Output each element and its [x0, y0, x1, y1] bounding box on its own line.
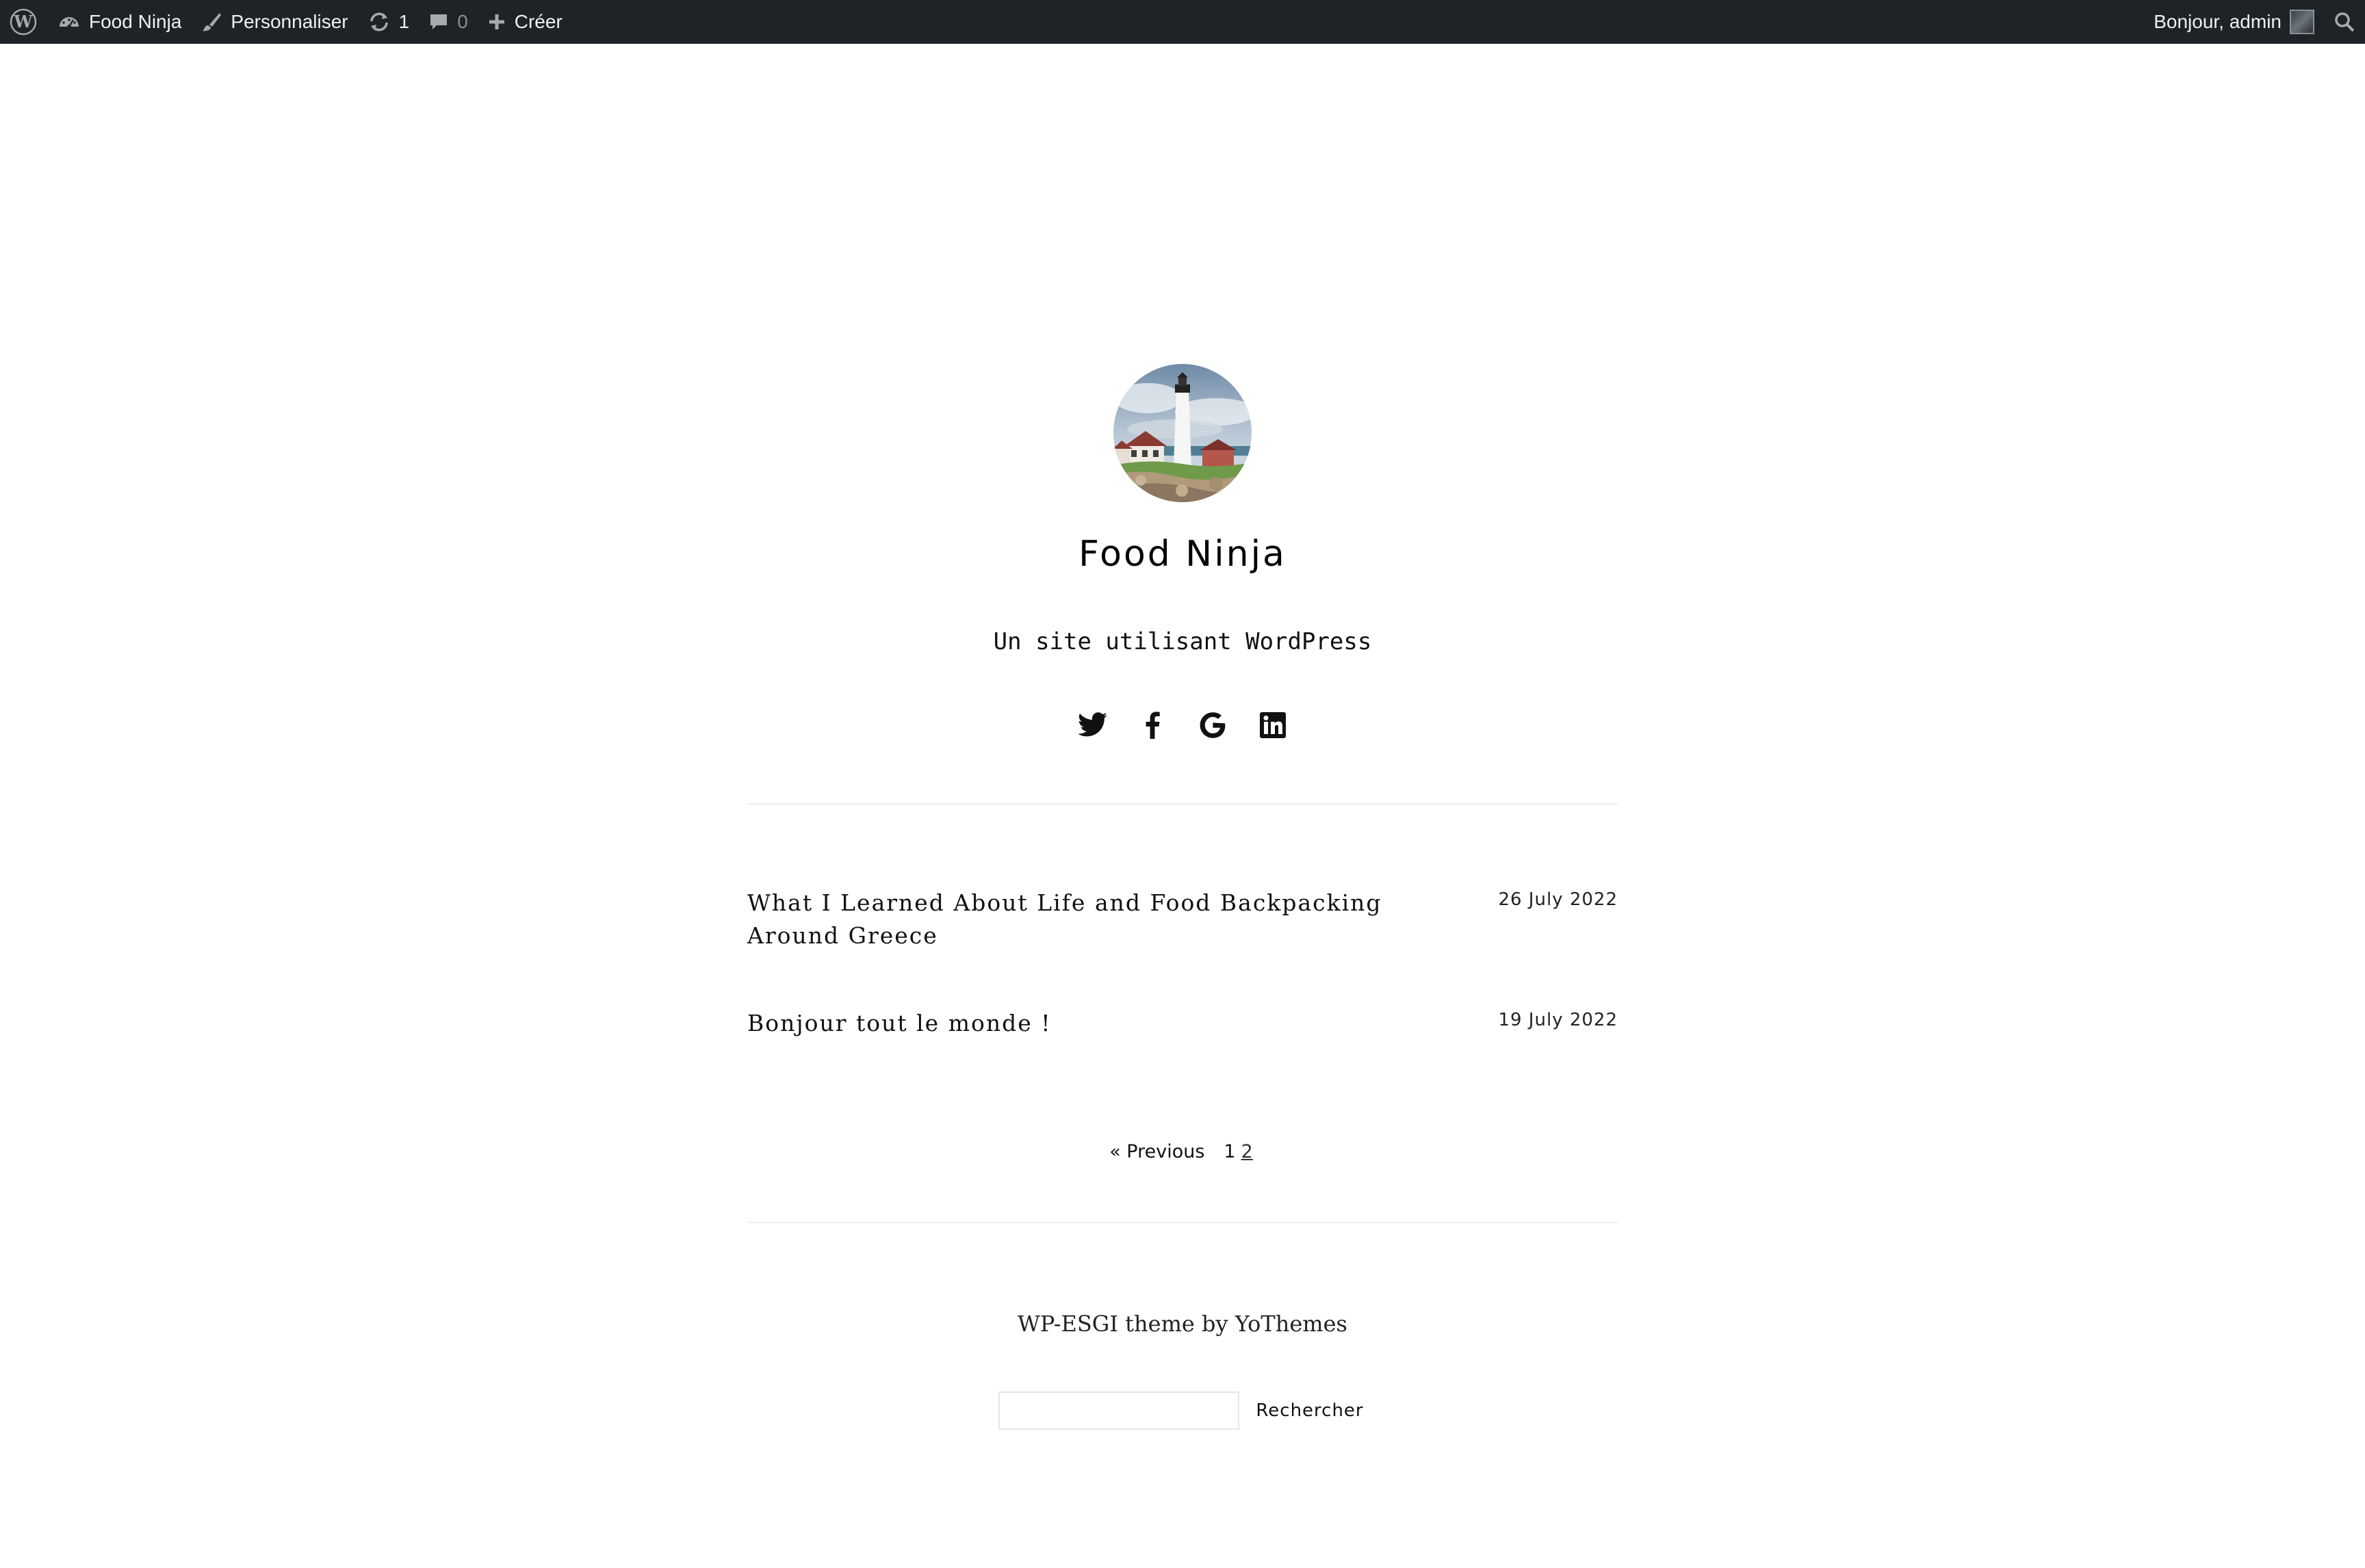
- page-number-link[interactable]: 2: [1241, 1141, 1253, 1162]
- site-page: Food Ninja Un site utilisant WordPress W…: [0, 44, 2365, 1568]
- search-input[interactable]: [998, 1391, 1240, 1430]
- customize-label: Personnaliser: [231, 11, 348, 32]
- search-button[interactable]: Rechercher: [1253, 1391, 1366, 1430]
- updates-icon: [367, 10, 391, 34]
- lighthouse-image: [1113, 364, 1252, 502]
- comment-bubble-icon: [428, 12, 449, 32]
- comments-button[interactable]: 0: [419, 0, 478, 44]
- wordpress-logo-icon: W: [10, 8, 37, 36]
- paintbrush-icon: [201, 11, 222, 33]
- post-row: What I Learned About Life and Food Backp…: [747, 887, 1618, 952]
- avatar: [2290, 10, 2314, 34]
- site-name-menu[interactable]: Food Ninja: [48, 0, 191, 44]
- post-row: Bonjour tout le monde ! 19 July 2022: [747, 1007, 1618, 1040]
- updates-button[interactable]: 1: [358, 0, 419, 44]
- google-icon[interactable]: [1196, 709, 1229, 742]
- post-title-link[interactable]: Bonjour tout le monde !: [747, 1007, 1445, 1040]
- my-account-menu[interactable]: Bonjour, admin: [2144, 0, 2324, 44]
- page-number-current: 1: [1224, 1141, 1236, 1162]
- svg-text:W: W: [14, 12, 34, 31]
- footer-divider: [747, 1222, 1618, 1223]
- admin-bar: W Food Ninja Personnaliser 1 0 Créer Bon…: [0, 0, 2365, 44]
- greeting-label: Bonjour, admin: [2154, 11, 2282, 32]
- site-tagline: Un site utilisant WordPress: [993, 628, 1372, 655]
- previous-page-link[interactable]: « Previous: [1109, 1141, 1204, 1162]
- comments-count: 0: [457, 11, 468, 32]
- footer-credit: WP-ESGI theme by YoThemes: [1018, 1311, 1347, 1337]
- post-title-link[interactable]: What I Learned About Life and Food Backp…: [747, 887, 1445, 952]
- linkedin-icon[interactable]: [1256, 709, 1289, 742]
- admin-bar-right: Bonjour, admin: [2144, 0, 2365, 44]
- wordpress-logo-button[interactable]: W: [0, 0, 48, 44]
- pagination: « Previous 1 2: [747, 1141, 1618, 1162]
- post-date: 19 July 2022: [1498, 1010, 1618, 1030]
- twitter-icon[interactable]: [1076, 709, 1109, 742]
- post-date: 26 July 2022: [1498, 889, 1618, 910]
- search-icon: [2334, 11, 2355, 33]
- site-logo[interactable]: [1113, 364, 1252, 502]
- new-content-button[interactable]: Créer: [478, 0, 572, 44]
- admin-bar-left: W Food Ninja Personnaliser 1 0 Créer: [0, 0, 572, 44]
- customize-button[interactable]: Personnaliser: [191, 0, 357, 44]
- social-links: [747, 709, 1618, 742]
- admin-search-button[interactable]: [2324, 0, 2365, 44]
- new-content-label: Créer: [514, 11, 563, 32]
- site-name-label: Food Ninja: [89, 11, 182, 32]
- site-title[interactable]: Food Ninja: [747, 534, 1618, 575]
- updates-count: 1: [398, 11, 410, 32]
- plus-icon: [487, 12, 506, 31]
- dashboard-icon: [57, 10, 81, 34]
- header-divider: [747, 803, 1618, 805]
- search-form: Rechercher: [747, 1391, 1618, 1430]
- facebook-icon[interactable]: [1136, 709, 1169, 742]
